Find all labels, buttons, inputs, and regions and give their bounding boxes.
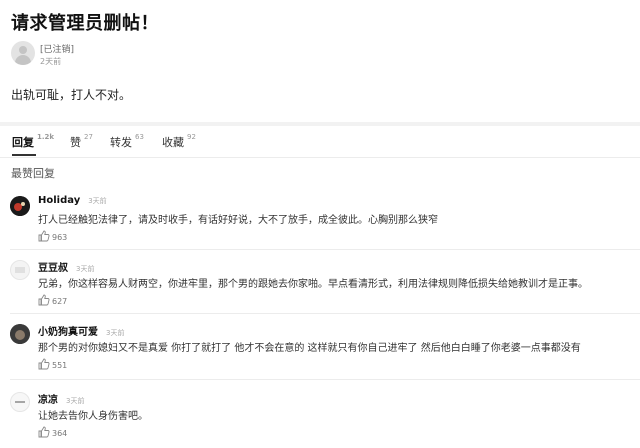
avatar-body-shape (15, 55, 31, 65)
tab-label: 收藏 (162, 136, 184, 149)
like-count: 963 (52, 232, 68, 242)
post-time: 2天前 (40, 57, 62, 66)
post-card: 请求管理员删帖！ [已注销] 2天前 出轨可耻，打人不对。 (0, 0, 640, 122)
comment-text: 打人已经触犯法律了，请及时收手，有话好好说，大不了放手，成全彼此。心胸别那么狭窄 (38, 215, 438, 226)
comment-list: Holiday 3天前 打人已经触犯法律了，请及时收手，有话好好说，大不了放手，成… (0, 186, 640, 448)
comment-text: 让她去告你人身伤害吧。 (38, 411, 148, 422)
like-button[interactable]: 963 (38, 230, 67, 242)
thumb-up-icon (38, 230, 50, 242)
comment-time: 3天前 (106, 329, 125, 337)
active-tab-underline (12, 154, 36, 156)
commenter-name[interactable]: Holiday 3天前 (38, 195, 107, 206)
tab-count: 27 (84, 133, 93, 141)
avatar-image-icon (10, 196, 30, 216)
section-label: 最赞回复 (11, 167, 55, 180)
tab-reposts[interactable]: 转发 63 (110, 133, 144, 150)
commenter-name-text: 豆豆叔 (38, 263, 68, 274)
commenter-name[interactable]: 豆豆叔 3天前 (38, 259, 94, 274)
thumb-up-icon (38, 294, 50, 306)
tab-count: 1.2k (37, 133, 55, 141)
avatar-image-icon (10, 324, 30, 344)
avatar-image-icon (15, 401, 25, 403)
post-body: 出轨可耻，打人不对。 (11, 88, 132, 102)
comment-text: 兄弟，你这样容易人财两空，你进牢里，那个男的跟她去你家啪。早点看清形式，利用法律… (38, 279, 588, 290)
commenter-avatar[interactable] (10, 260, 30, 280)
commenter-name-text: Holiday (38, 195, 81, 206)
avatar-head-shape (19, 46, 27, 54)
tab-label: 赞 (70, 136, 81, 149)
tab-likes[interactable]: 赞 27 (70, 133, 93, 150)
tab-count: 63 (135, 133, 144, 141)
like-count: 627 (52, 296, 68, 306)
like-button[interactable]: 551 (38, 358, 67, 370)
like-button[interactable]: 627 (38, 294, 67, 306)
tab-label: 转发 (110, 136, 132, 149)
author-name[interactable]: [已注销] (40, 42, 74, 55)
commenter-name[interactable]: 凉凉 3天前 (38, 391, 84, 406)
comment-item: 凉凉 3天前 让她去告你人身伤害吧。 364 (0, 382, 640, 448)
commenter-avatar[interactable] (10, 324, 30, 344)
comment-time: 3天前 (76, 265, 95, 273)
like-button[interactable]: 364 (38, 426, 67, 438)
commenter-name-text: 凉凉 (38, 395, 58, 406)
author-avatar[interactable] (11, 41, 35, 65)
tabs-bar: 回复 1.2k 赞 27 转发 63 收藏 92 (0, 126, 640, 158)
comment-time: 3天前 (66, 397, 85, 405)
thumb-up-icon (38, 426, 50, 438)
like-count: 364 (52, 428, 68, 438)
like-count: 551 (52, 360, 68, 370)
comment-item: 小奶狗真可爱 3天前 那个男的对你媳妇又不是真爱 你打了就打了 他才不会在意的 这… (0, 314, 640, 380)
comment-divider (10, 379, 640, 380)
comment-item: Holiday 3天前 打人已经触犯法律了，请及时收手，有话好好说，大不了放手，成… (0, 186, 640, 250)
post-title: 请求管理员删帖！ (11, 13, 159, 34)
commenter-avatar[interactable] (10, 196, 30, 216)
comment-time: 3天前 (88, 197, 107, 205)
tab-replies[interactable]: 回复 1.2k (12, 133, 55, 150)
tab-label: 回复 (12, 136, 34, 149)
commenter-name-text: 小奶狗真可爱 (38, 327, 98, 338)
thumb-up-icon (38, 358, 50, 370)
comment-text: 那个男的对你媳妇又不是真爱 你打了就打了 他才不会在意的 这样就只有你自己进牢了… (38, 343, 581, 354)
tab-count: 92 (187, 133, 196, 141)
commenter-name[interactable]: 小奶狗真可爱 3天前 (38, 323, 124, 338)
section-header: 最赞回复 (0, 158, 640, 186)
avatar-image-icon (15, 267, 25, 273)
commenter-avatar[interactable] (10, 392, 30, 412)
tab-favorites[interactable]: 收藏 92 (162, 133, 196, 150)
comment-item: 豆豆叔 3天前 兄弟，你这样容易人财两空，你进牢里，那个男的跟她去你家啪。早点看清… (0, 250, 640, 314)
